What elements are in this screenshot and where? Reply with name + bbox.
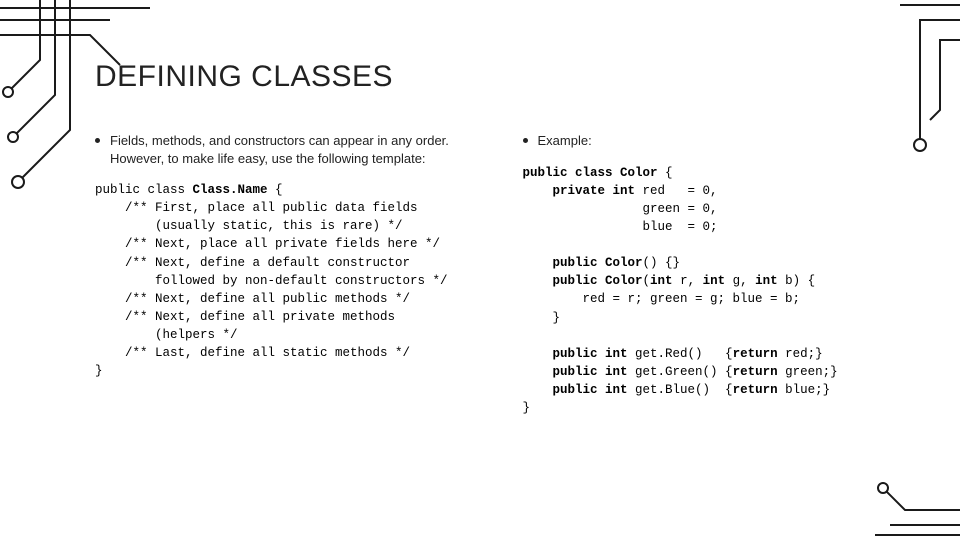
right-bullet-text: Example:	[538, 132, 592, 150]
slide-content: DEFINING CLASSES Fields, methods, and co…	[0, 0, 960, 437]
left-code-block: public class Class.Name { /** First, pla…	[95, 181, 493, 380]
right-bullet: Example:	[523, 132, 921, 150]
left-bullet: Fields, methods, and constructors can ap…	[95, 132, 493, 167]
left-bullet-text: Fields, methods, and constructors can ap…	[110, 132, 493, 167]
bullet-icon	[523, 138, 528, 143]
right-column: Example: public class Color { private in…	[523, 132, 921, 417]
columns: Fields, methods, and constructors can ap…	[95, 132, 920, 417]
bullet-icon	[95, 138, 100, 143]
right-code-block: public class Color { private int red = 0…	[523, 164, 921, 418]
slide-title: DEFINING CLASSES	[95, 60, 920, 94]
decoration-bottom-right	[870, 470, 960, 540]
left-column: Fields, methods, and constructors can ap…	[95, 132, 493, 417]
